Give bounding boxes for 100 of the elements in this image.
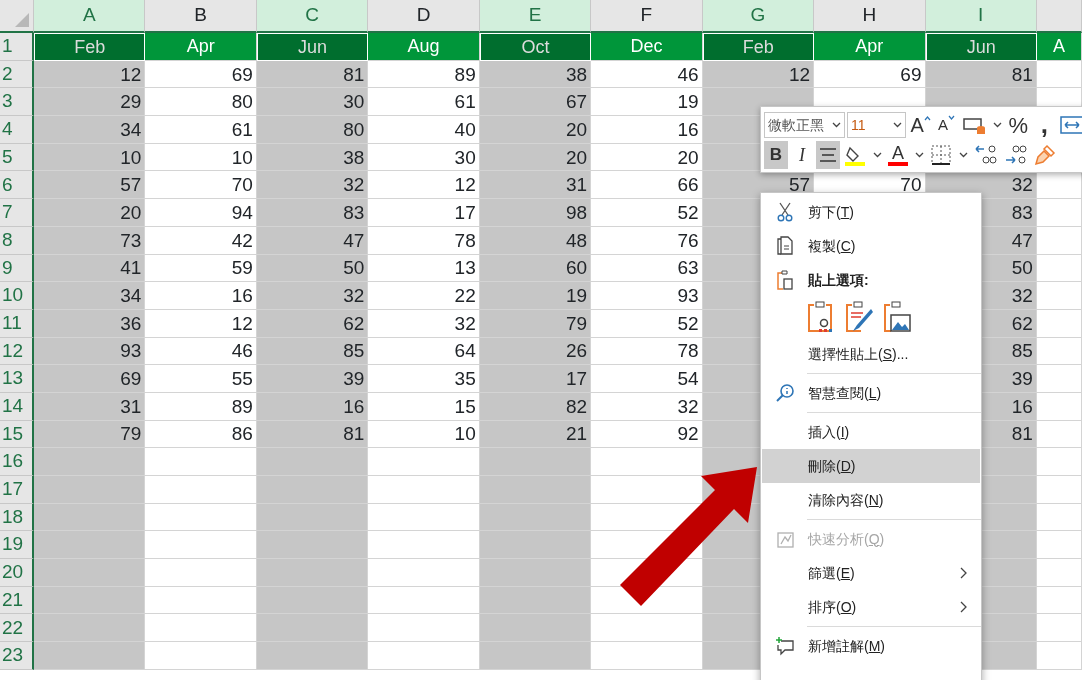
table-cell: 42 bbox=[145, 226, 257, 255]
column-header[interactable]: H bbox=[814, 0, 926, 33]
menu-item[interactable]: 排序(O) bbox=[762, 590, 980, 624]
font-color-button[interactable]: A bbox=[886, 141, 910, 169]
table-cell: 76 bbox=[591, 226, 703, 255]
table-cell: 80 bbox=[256, 116, 369, 144]
table-cell: 81 bbox=[256, 420, 369, 449]
percent-button[interactable]: % bbox=[1006, 111, 1031, 139]
row-header[interactable]: 13 bbox=[0, 365, 34, 393]
comma-style-button[interactable]: , bbox=[1032, 111, 1057, 139]
row-header[interactable]: 23 bbox=[0, 642, 34, 670]
table-cell: 22 bbox=[368, 282, 480, 310]
number-format-icon bbox=[962, 115, 987, 135]
table-cell: 10 bbox=[34, 143, 146, 172]
column-header[interactable]: C bbox=[256, 0, 369, 33]
row-header[interactable]: 20 bbox=[0, 559, 34, 587]
font-name-field[interactable]: 微軟正黑 bbox=[764, 112, 846, 138]
header-cell: Apr bbox=[145, 33, 257, 61]
row-header[interactable]: 12 bbox=[0, 337, 34, 366]
table-cell: 83 bbox=[256, 199, 369, 227]
table-cell: 57 bbox=[34, 171, 146, 200]
header-cell: Feb bbox=[34, 33, 146, 61]
row-header[interactable]: 5 bbox=[0, 143, 34, 172]
paste-values-icon[interactable] bbox=[807, 301, 835, 333]
table-cell: 48 bbox=[479, 226, 592, 255]
table-cell: 19 bbox=[479, 282, 592, 310]
table-cell: 34 bbox=[34, 116, 146, 144]
table-cell: 32 bbox=[368, 309, 480, 338]
table-cell: 16 bbox=[145, 282, 257, 310]
column-header[interactable]: G bbox=[702, 0, 815, 33]
row-header[interactable]: 2 bbox=[0, 60, 34, 89]
column-header[interactable]: D bbox=[368, 0, 480, 33]
header-cell: Jun bbox=[256, 33, 369, 61]
row-header[interactable]: 11 bbox=[0, 309, 34, 338]
table-cell: 15 bbox=[368, 392, 480, 421]
menu-item[interactable]: 清除內容(N) bbox=[762, 483, 980, 517]
bold-button[interactable]: B bbox=[764, 141, 788, 169]
shrink-font-button[interactable]: A bbox=[934, 111, 959, 139]
table-cell: 12 bbox=[34, 60, 146, 89]
header-cell: Oct bbox=[479, 33, 592, 61]
menu-item[interactable]: 篩選(E) bbox=[762, 556, 980, 590]
table-cell bbox=[1036, 420, 1082, 449]
column-header[interactable]: F bbox=[591, 0, 703, 33]
column-header[interactable]: E bbox=[479, 0, 592, 33]
table-cell: 52 bbox=[591, 309, 703, 338]
table-cell: 41 bbox=[34, 254, 146, 283]
row-header[interactable]: 10 bbox=[0, 282, 34, 310]
column-header[interactable]: I bbox=[925, 0, 1037, 33]
caret-icon bbox=[992, 122, 1002, 128]
row-header[interactable]: 17 bbox=[0, 476, 34, 504]
table-cell bbox=[1036, 365, 1082, 393]
grow-font-button[interactable]: A bbox=[908, 111, 933, 139]
row-header[interactable]: 7 bbox=[0, 199, 34, 227]
paste-formatting-icon[interactable] bbox=[845, 301, 873, 333]
column-header[interactable] bbox=[1036, 0, 1082, 33]
row-header[interactable]: 15 bbox=[0, 420, 34, 449]
increase-decimal-icon bbox=[974, 144, 998, 166]
table-cell: 52 bbox=[591, 199, 703, 227]
table-cell: 94 bbox=[145, 199, 257, 227]
table-cell: 61 bbox=[368, 88, 480, 117]
row-header[interactable]: 21 bbox=[0, 586, 34, 615]
table-cell: 20 bbox=[479, 116, 592, 144]
paste-picture-icon[interactable] bbox=[883, 301, 911, 333]
row-header[interactable]: 18 bbox=[0, 503, 34, 532]
table-cell: 35 bbox=[368, 365, 480, 393]
table-cell: 46 bbox=[145, 337, 257, 366]
caret-icon bbox=[872, 152, 882, 158]
row-header[interactable]: 1 bbox=[0, 33, 34, 61]
row-header[interactable]: 3 bbox=[0, 88, 34, 117]
row-header[interactable]: 4 bbox=[0, 116, 34, 144]
table-cell: 36 bbox=[34, 309, 146, 338]
row-header[interactable]: 14 bbox=[0, 392, 34, 421]
row-header[interactable]: 16 bbox=[0, 448, 34, 476]
italic-button[interactable]: I bbox=[790, 141, 814, 169]
header-cell: Jun bbox=[925, 33, 1037, 61]
table-cell: 20 bbox=[479, 143, 592, 172]
color-bar bbox=[888, 162, 908, 166]
column-header[interactable]: A bbox=[34, 0, 146, 33]
table-cell: 82 bbox=[479, 392, 592, 421]
table-cell: 54 bbox=[591, 365, 703, 393]
row-header[interactable]: 6 bbox=[0, 171, 34, 200]
search-icon bbox=[775, 383, 795, 403]
menu-item[interactable]: 刪除(D) bbox=[762, 449, 980, 483]
table-cell: 12 bbox=[145, 309, 257, 338]
align-center-button[interactable] bbox=[816, 141, 840, 169]
row-header[interactable]: 9 bbox=[0, 254, 34, 283]
scissors-icon bbox=[776, 202, 794, 222]
column-header[interactable]: B bbox=[145, 0, 257, 33]
menu-item[interactable]: 新增註解(M) bbox=[762, 629, 980, 663]
table-cell: 10 bbox=[368, 420, 480, 449]
table-cell: 10 bbox=[145, 143, 257, 172]
row-header[interactable]: 19 bbox=[0, 531, 34, 560]
table-cell: 38 bbox=[479, 60, 592, 89]
table-cell: 21 bbox=[479, 420, 592, 449]
row-header[interactable]: 22 bbox=[0, 614, 34, 643]
font-size-field[interactable]: 11 bbox=[847, 112, 907, 138]
table-cell bbox=[1036, 642, 1082, 670]
table-cell: 60 bbox=[479, 254, 592, 283]
row-header[interactable]: 8 bbox=[0, 226, 34, 255]
table-cell: 70 bbox=[145, 171, 257, 200]
